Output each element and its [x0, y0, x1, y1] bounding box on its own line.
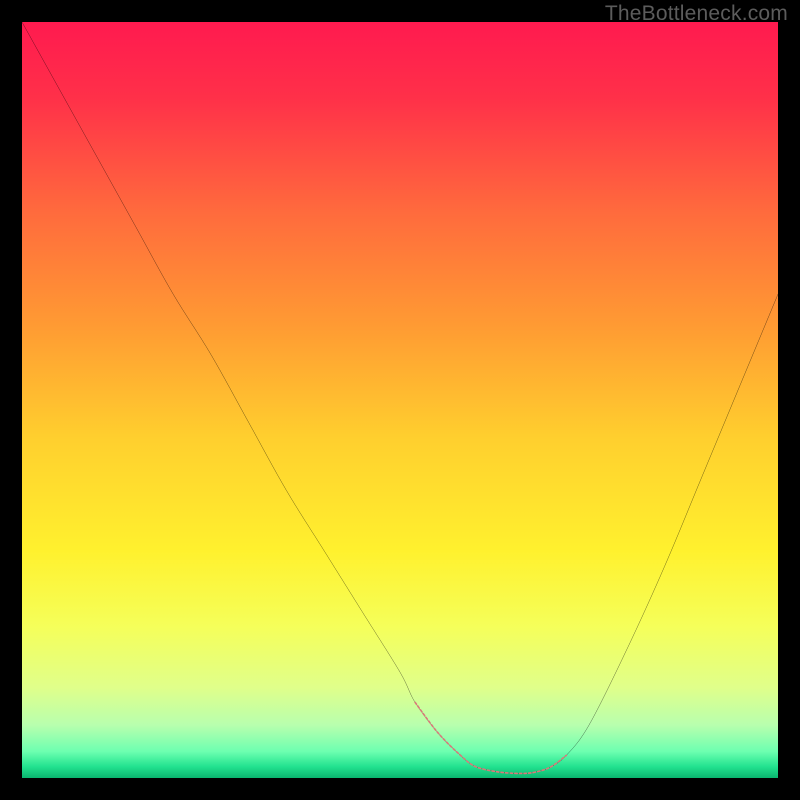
optimal-zone-highlight	[415, 702, 566, 773]
bottleneck-curve	[22, 22, 778, 773]
chart-stage: TheBottleneck.com	[0, 0, 800, 800]
curve-layer	[22, 22, 778, 778]
watermark-text: TheBottleneck.com	[605, 2, 788, 26]
plot-area	[22, 22, 778, 778]
